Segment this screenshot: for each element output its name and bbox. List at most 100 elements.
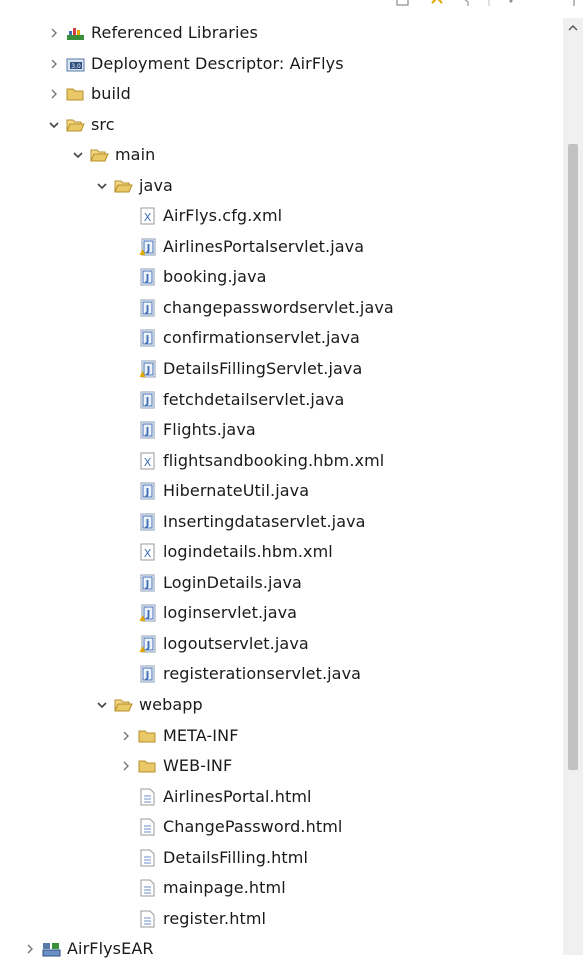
folder-open-icon <box>66 116 85 134</box>
chevron-right-icon[interactable] <box>46 56 62 72</box>
xml-file-icon: X <box>138 452 157 470</box>
java-file-icon: J <box>138 329 157 347</box>
tree-item[interactable]: J LoginDetails.java <box>0 568 563 599</box>
tree-item[interactable]: java <box>0 171 563 202</box>
tree-item-label: logoutservlet.java <box>163 633 309 653</box>
folder-open-icon <box>114 177 133 195</box>
scrollbar-thumb[interactable] <box>568 144 578 770</box>
tree-item[interactable]: register.html <box>0 904 563 935</box>
tree-item[interactable]: 3.0 Deployment Descriptor: AirFlys <box>0 49 563 80</box>
scroll-up-arrow-icon[interactable] <box>567 22 579 34</box>
tree-item[interactable]: J AirlinesPortalservlet.java <box>0 232 563 263</box>
ear-project-icon <box>42 940 61 958</box>
tree-item[interactable]: J Flights.java <box>0 415 563 446</box>
tree-item-label: src <box>91 114 115 134</box>
tree-item-label: loginservlet.java <box>163 603 298 623</box>
tree-item[interactable]: J Insertingdataservlet.java <box>0 507 563 538</box>
deployment-descriptor-icon: 3.0 <box>66 55 85 73</box>
tree-item-label: fetchdetailservlet.java <box>163 389 345 409</box>
java-file-warning-icon: J <box>138 604 157 622</box>
tree-item-label: flightsandbooking.hbm.xml <box>163 450 385 470</box>
chevron-down-icon[interactable] <box>94 697 110 713</box>
chevron-right-icon[interactable] <box>46 86 62 102</box>
filter-icon[interactable] <box>460 0 474 8</box>
tree-item[interactable]: Xlogindetails.hbm.xml <box>0 537 563 568</box>
tree-item[interactable]: webapp <box>0 690 563 721</box>
tree-item[interactable]: build <box>0 79 563 110</box>
tree-item[interactable]: Referenced Libraries <box>0 18 563 49</box>
tree-item[interactable]: WEB-INF <box>0 751 563 782</box>
library-icon <box>66 24 85 42</box>
tree-item[interactable]: main <box>0 140 563 171</box>
svg-text:J: J <box>146 365 151 376</box>
java-file-icon: J <box>138 268 157 286</box>
tree-item[interactable]: J DetailsFillingServlet.java <box>0 354 563 385</box>
tree-item[interactable]: Jlogoutservlet.java <box>0 629 563 660</box>
java-file-icon: J <box>138 665 157 683</box>
chevron-down-icon[interactable] <box>70 147 86 163</box>
tree-item-label: DetailsFilling.html <box>163 847 309 867</box>
tree-item[interactable]: Jbooking.java <box>0 262 563 293</box>
java-file-icon: J <box>138 299 157 317</box>
tree-item[interactable]: DetailsFilling.html <box>0 843 563 874</box>
xml-file-icon: X <box>138 543 157 561</box>
tree-item[interactable]: ChangePassword.html <box>0 812 563 843</box>
tree-item-label: java <box>139 175 173 195</box>
svg-text:3.0: 3.0 <box>71 63 81 70</box>
tree-item-label: AirlinesPortalservlet.java <box>163 236 365 256</box>
tree-item[interactable]: src <box>0 110 563 141</box>
tree-item-label: register.html <box>163 908 267 928</box>
java-file-icon: J <box>138 513 157 531</box>
tree-item-label: changepasswordservlet.java <box>163 297 394 317</box>
tree-item[interactable]: Jfetchdetailservlet.java <box>0 385 563 416</box>
tree-item-label: registerationservlet.java <box>163 664 362 684</box>
tree-item[interactable]: mainpage.html <box>0 873 563 904</box>
tree-item[interactable]: J HibernateUtil.java <box>0 476 563 507</box>
svg-text:X: X <box>144 547 152 560</box>
svg-text:X: X <box>144 211 152 224</box>
tree-item-label: META-INF <box>163 725 239 745</box>
tree-item-label: confirmationservlet.java <box>163 328 360 348</box>
tree-item-label: webapp <box>139 695 203 715</box>
svg-text:J: J <box>145 487 150 498</box>
tree-item-label: mainpage.html <box>163 878 286 898</box>
chevron-right-icon[interactable] <box>118 758 134 774</box>
html-file-icon <box>138 849 157 867</box>
chevron-down-icon[interactable] <box>94 178 110 194</box>
chevron-right-icon[interactable] <box>118 728 134 744</box>
tree-item-label: Referenced Libraries <box>91 23 258 42</box>
tree-item[interactable]: Jchangepasswordservlet.java <box>0 293 563 324</box>
tree-item-label: main <box>115 145 156 165</box>
tree-item[interactable]: Jregisterationservlet.java <box>0 659 563 690</box>
tree-item-label: HibernateUtil.java <box>163 481 310 501</box>
html-file-icon <box>138 818 157 836</box>
tree-item[interactable]: Jloginservlet.java <box>0 598 563 629</box>
tree-item[interactable]: Jconfirmationservlet.java <box>0 323 563 354</box>
link-with-editor-icon[interactable] <box>430 0 444 8</box>
chevron-right-icon[interactable] <box>22 941 38 957</box>
tree-item[interactable]: AirlinesPortal.html <box>0 782 563 813</box>
chevron-right-icon[interactable] <box>46 25 62 41</box>
minimize-icon[interactable] <box>570 0 583 8</box>
tree-item[interactable]: Xflightsandbooking.hbm.xml <box>0 446 563 477</box>
svg-text:J: J <box>145 579 150 590</box>
svg-text:J: J <box>145 304 150 315</box>
tree-item[interactable]: AirFlysEAR <box>0 934 563 965</box>
vertical-scrollbar[interactable] <box>563 18 583 955</box>
tree-item[interactable]: META-INF <box>0 721 563 752</box>
tree-item-label: Insertingdataservlet.java <box>163 511 366 531</box>
java-file-icon: J <box>138 482 157 500</box>
collapse-all-icon[interactable] <box>396 0 410 8</box>
tree-item-label: Flights.java <box>163 420 256 440</box>
view-menu-icon[interactable] <box>504 0 518 8</box>
folder-open-icon <box>90 146 109 164</box>
tree-item-label: Deployment Descriptor: AirFlys <box>91 53 344 73</box>
chevron-down-icon[interactable] <box>46 117 62 133</box>
tree-item-label: LoginDetails.java <box>163 572 302 592</box>
folder-icon <box>138 757 157 775</box>
tree-item-label: build <box>91 84 131 104</box>
svg-text:J: J <box>145 334 150 345</box>
tree-item[interactable]: X AirFlys.cfg.xml <box>0 201 563 232</box>
svg-text:J: J <box>145 426 150 437</box>
tree-item-label: logindetails.hbm.xml <box>163 542 333 562</box>
